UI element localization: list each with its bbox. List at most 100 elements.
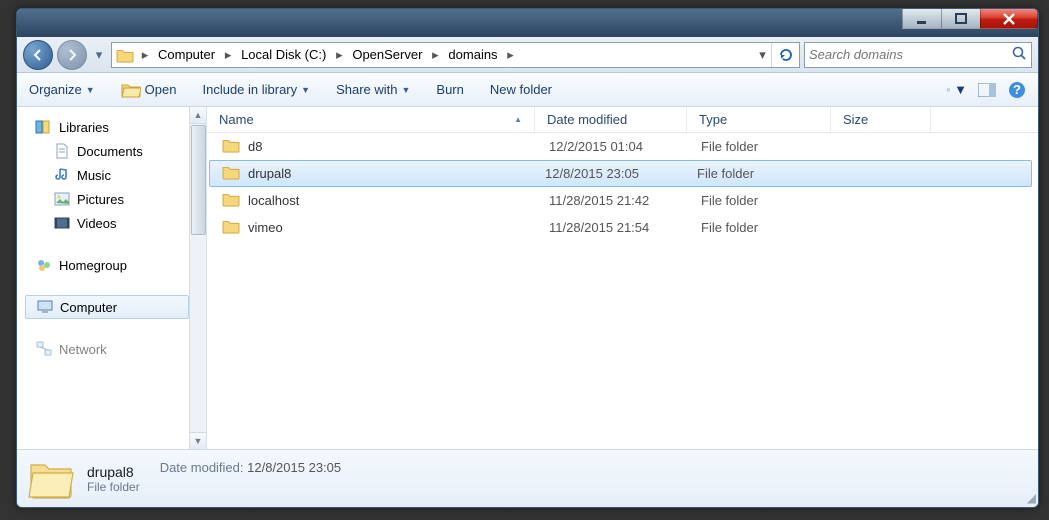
file-name: vimeo — [248, 220, 283, 235]
back-button[interactable] — [23, 40, 53, 70]
label: Share with — [336, 82, 397, 97]
label: New folder — [490, 82, 552, 97]
label: Music — [77, 168, 111, 183]
refresh-button[interactable] — [771, 43, 799, 67]
address-dropdown[interactable]: ▾ — [753, 43, 771, 67]
burn-button[interactable]: Burn — [434, 80, 465, 99]
close-button[interactable] — [980, 9, 1038, 29]
label: Burn — [436, 82, 463, 97]
computer-icon — [36, 298, 54, 316]
column-headers: Name ▲ Date modified Type Size — [207, 107, 1038, 133]
file-list: d812/2/2015 01:04File folder drupal8 12/8/… — [207, 133, 1038, 449]
file-date-cell: 11/28/2015 21:54 — [537, 220, 689, 235]
file-name-cell: localhost — [210, 191, 537, 210]
folder-icon — [222, 191, 240, 210]
file-name: d8 — [248, 139, 262, 154]
maximize-button[interactable] — [941, 9, 981, 29]
include-in-library-menu[interactable]: Include in library ▼ — [200, 80, 312, 99]
tree-videos[interactable]: Videos — [25, 211, 189, 235]
crumb-label: Local Disk (C:) — [241, 47, 326, 62]
meta-label: Date modified: — [160, 460, 244, 475]
breadcrumb-local-disk[interactable]: Local Disk (C:) — [235, 43, 332, 67]
file-date-cell: 12/8/2015 23:05 — [533, 166, 685, 181]
titlebar — [17, 9, 1038, 37]
chevron-right-icon[interactable]: ▸ — [221, 47, 235, 63]
organize-menu[interactable]: Organize ▼ — [27, 80, 97, 99]
folder-icon — [222, 164, 240, 183]
forward-button[interactable] — [57, 40, 87, 70]
breadcrumb-computer[interactable]: Computer — [152, 43, 221, 67]
nav-row: ▾ ▸ Computer ▸ Local Disk (C:) ▸ OpenSer… — [17, 37, 1038, 73]
label: Network — [59, 342, 107, 357]
label: Homegroup — [59, 258, 127, 273]
address-bar[interactable]: ▸ Computer ▸ Local Disk (C:) ▸ OpenServe… — [111, 42, 800, 68]
breadcrumb-openserver[interactable]: OpenServer — [346, 43, 428, 67]
navigation-pane: Libraries Documents Music Pictures Video… — [17, 107, 207, 449]
search-input[interactable] — [809, 47, 1011, 62]
label: Documents — [77, 144, 143, 159]
label: Open — [145, 82, 177, 97]
breadcrumb-domains[interactable]: domains — [442, 43, 503, 67]
homegroup-icon — [35, 256, 53, 274]
col-type[interactable]: Type — [687, 107, 831, 132]
details-name: drupal8 — [87, 464, 140, 480]
file-row[interactable]: vimeo 11/28/2015 21:54File folder — [207, 214, 1038, 241]
file-row[interactable]: drupal8 12/8/2015 23:05File folder — [209, 160, 1032, 187]
chevron-right-icon[interactable]: ▸ — [332, 47, 346, 63]
preview-pane-button[interactable] — [976, 79, 998, 101]
chevron-down-icon: ▼ — [86, 85, 95, 95]
tree-computer[interactable]: Computer — [25, 295, 189, 319]
chevron-down-icon: ▼ — [301, 85, 310, 95]
chevron-right-icon[interactable]: ▸ — [138, 47, 152, 63]
chevron-down-icon: ▼ — [954, 82, 967, 97]
label: Name — [219, 112, 254, 127]
scroll-up-button[interactable]: ▲ — [190, 107, 206, 124]
chevron-down-icon: ▼ — [401, 85, 410, 95]
label: Organize — [29, 82, 82, 97]
tree-music[interactable]: Music — [25, 163, 189, 187]
new-folder-button[interactable]: New folder — [488, 80, 554, 99]
tree-network[interactable]: Network — [25, 337, 189, 361]
file-row[interactable]: localhost11/28/2015 21:42File folder — [207, 187, 1038, 214]
tree-libraries[interactable]: Libraries — [25, 115, 189, 139]
file-name: localhost — [248, 193, 299, 208]
nav-scrollbar[interactable]: ▲ ▼ — [189, 107, 206, 449]
label: Include in library — [202, 82, 297, 97]
col-name[interactable]: Name ▲ — [207, 107, 535, 132]
col-date[interactable]: Date modified — [535, 107, 687, 132]
label: Type — [699, 112, 727, 127]
history-dropdown[interactable]: ▾ — [91, 40, 107, 70]
minimize-button[interactable] — [902, 9, 942, 29]
body: Libraries Documents Music Pictures Video… — [17, 107, 1038, 449]
col-size[interactable]: Size — [831, 107, 931, 132]
details-type: File folder — [87, 480, 140, 494]
file-date-cell: 11/28/2015 21:42 — [537, 193, 689, 208]
tree-pictures[interactable]: Pictures — [25, 187, 189, 211]
label: Date modified — [547, 112, 627, 127]
crumb-label: Computer — [158, 47, 215, 62]
folder-icon — [222, 218, 240, 237]
file-type-cell: File folder — [689, 139, 833, 154]
details-pane: drupal8 File folder Date modified: 12/8/… — [17, 449, 1038, 507]
open-button[interactable]: Open — [119, 79, 179, 101]
tree-documents[interactable]: Documents — [25, 139, 189, 163]
file-name: drupal8 — [248, 166, 291, 181]
svg-text:?: ? — [1013, 82, 1021, 97]
file-row[interactable]: d812/2/2015 01:04File folder — [207, 133, 1038, 160]
search-box[interactable] — [804, 42, 1032, 68]
tree-homegroup[interactable]: Homegroup — [25, 253, 189, 277]
folder-open-icon — [121, 81, 141, 99]
scroll-thumb[interactable] — [191, 125, 206, 235]
crumb-label: OpenServer — [352, 47, 422, 62]
chevron-right-icon[interactable]: ▸ — [504, 47, 518, 63]
crumb-label: domains — [448, 47, 497, 62]
chevron-right-icon[interactable]: ▸ — [428, 47, 442, 63]
view-options-button[interactable]: ▼ — [946, 79, 968, 101]
sort-asc-icon: ▲ — [514, 115, 522, 124]
file-type-cell: File folder — [685, 166, 829, 181]
meta-value: 12/8/2015 23:05 — [247, 460, 341, 475]
help-button[interactable]: ? — [1006, 79, 1028, 101]
file-type-cell: File folder — [689, 220, 833, 235]
share-with-menu[interactable]: Share with ▼ — [334, 80, 412, 99]
scroll-down-button[interactable]: ▼ — [190, 432, 206, 449]
